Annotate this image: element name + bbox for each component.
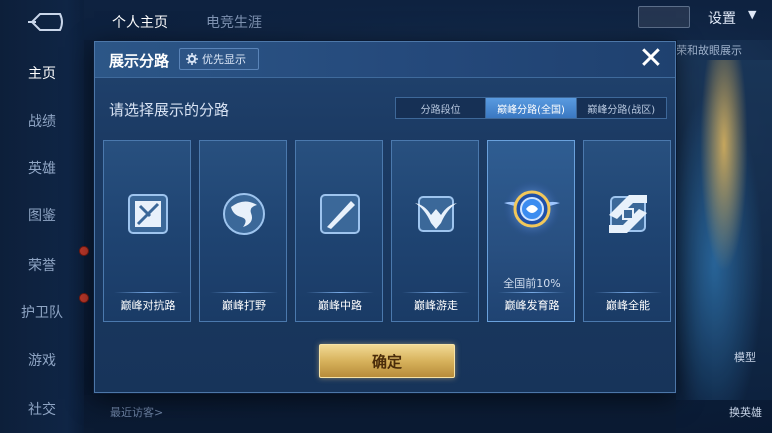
card-divider bbox=[402, 292, 470, 293]
card-label: 巅峰打野 bbox=[222, 299, 266, 312]
lane-card-top[interactable]: 巅峰对抗路 bbox=[103, 140, 191, 322]
status-badge bbox=[638, 6, 690, 28]
model-button[interactable]: 模型 bbox=[734, 349, 756, 365]
tab-peak-national[interactable]: 巅峰分路(全国) bbox=[486, 98, 577, 118]
tab-esports-career[interactable]: 电竞生涯 bbox=[206, 12, 262, 32]
switch-hero-button[interactable]: 换英雄 bbox=[729, 404, 762, 420]
select-prompt: 请选择展示的分路 bbox=[109, 101, 230, 119]
tab-personal-home[interactable]: 个人主页 bbox=[112, 12, 168, 32]
gear-icon bbox=[186, 53, 198, 65]
wings-icon bbox=[415, 196, 457, 232]
card-divider bbox=[114, 292, 182, 293]
display-option-text: 荣和故眼展示 bbox=[676, 44, 742, 57]
sidebar-item-honor[interactable]: 荣誉 bbox=[0, 251, 84, 279]
sidebar-item-record[interactable]: 战绩 bbox=[0, 107, 84, 135]
card-divider bbox=[210, 292, 278, 293]
settings-button[interactable]: 设置 bbox=[708, 8, 736, 28]
back-arrow-icon[interactable] bbox=[22, 10, 66, 34]
sidebar-item-social[interactable]: 社交 bbox=[0, 395, 84, 423]
lane-display-dialog: 展示分路 优先显示 ✕ 请选择展示的分路 分路段位 巅峰分路(全国) 巅峰分路(… bbox=[94, 41, 676, 393]
card-label: 巅峰全能 bbox=[606, 299, 650, 312]
card-divider bbox=[594, 292, 662, 293]
sidebar-item-home[interactable]: 主页 bbox=[0, 59, 84, 87]
wand-icon bbox=[320, 194, 360, 234]
sword-shield-icon bbox=[128, 194, 168, 234]
card-divider bbox=[498, 292, 566, 293]
recent-visitors-link[interactable]: 最近访客> bbox=[110, 404, 163, 420]
notification-dot bbox=[79, 293, 89, 303]
rank-percentile: 全国前10% bbox=[503, 277, 561, 290]
lane-source-tabs: 分路段位 巅峰分路(全国) 巅峰分路(战区) bbox=[395, 97, 667, 119]
bottom-strip bbox=[84, 395, 676, 433]
lane-card-jungle[interactable]: 巅峰打野 bbox=[199, 140, 287, 322]
dialog-header: 展示分路 优先显示 ✕ bbox=[95, 42, 675, 78]
tab-peak-region[interactable]: 巅峰分路(战区) bbox=[577, 98, 666, 118]
hero-background bbox=[676, 60, 772, 400]
confirm-button[interactable]: 确定 bbox=[319, 344, 455, 378]
glowing-emblem-icon bbox=[503, 180, 561, 238]
card-label: 巅峰对抗路 bbox=[120, 299, 176, 312]
card-divider bbox=[306, 292, 374, 293]
notification-dot bbox=[79, 246, 89, 256]
lane-card-adc[interactable]: 全国前10% 巅峰发育路 bbox=[487, 140, 575, 322]
sidebar-item-games[interactable]: 游戏 bbox=[0, 346, 84, 374]
chevron-down-icon[interactable]: ▼ bbox=[748, 8, 756, 21]
card-label: 巅峰中路 bbox=[318, 299, 362, 312]
lane-card-mid[interactable]: 巅峰中路 bbox=[295, 140, 383, 322]
dialog-title: 展示分路 bbox=[109, 52, 170, 70]
all-round-icon bbox=[609, 195, 647, 233]
dragon-icon bbox=[223, 193, 265, 235]
priority-display-button[interactable]: 优先显示 bbox=[179, 48, 259, 70]
sidebar-item-guard[interactable]: 护卫队 bbox=[0, 298, 84, 326]
sidebar-item-codex[interactable]: 图鉴 bbox=[0, 201, 84, 229]
card-label: 巅峰发育路 bbox=[504, 299, 560, 312]
lane-card-list: 巅峰对抗路 巅峰打野 巅峰中路 巅峰游走 全国前10% 巅峰发育路 巅峰全能 bbox=[103, 140, 671, 322]
sidebar-item-heroes[interactable]: 英雄 bbox=[0, 154, 84, 182]
priority-label: 优先显示 bbox=[202, 53, 246, 66]
sidebar: 主页 战绩 英雄 图鉴 荣誉 护卫队 游戏 社交 bbox=[0, 0, 89, 433]
close-icon[interactable]: ✕ bbox=[635, 44, 667, 76]
lane-card-support[interactable]: 巅峰游走 bbox=[391, 140, 479, 322]
card-label: 巅峰游走 bbox=[414, 299, 458, 312]
lane-card-all-round[interactable]: 巅峰全能 bbox=[583, 140, 671, 322]
tab-lane-rank[interactable]: 分路段位 bbox=[396, 98, 487, 118]
